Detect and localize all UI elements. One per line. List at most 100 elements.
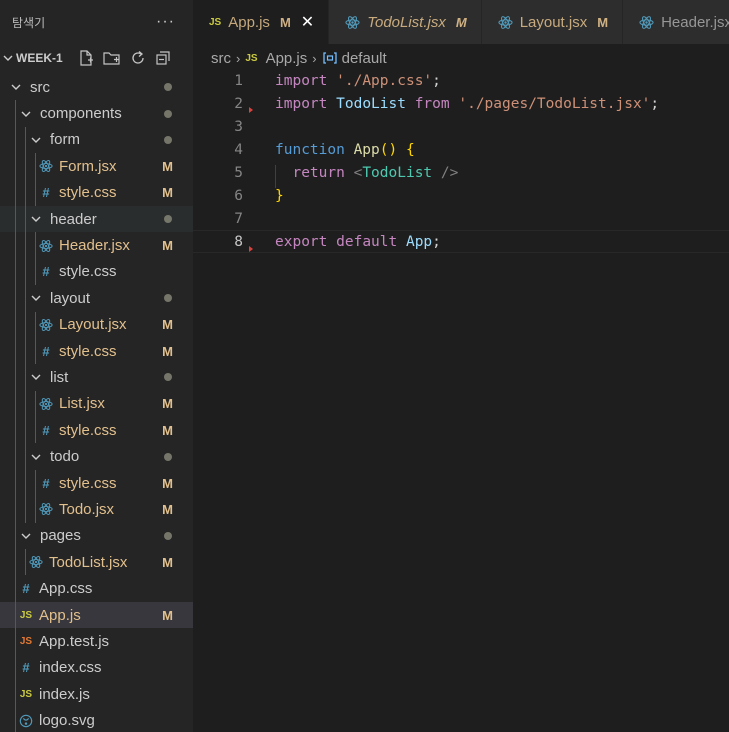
react-icon — [345, 15, 360, 30]
chevron-down-icon[interactable] — [28, 290, 44, 306]
tree-folder[interactable]: pages — [0, 522, 193, 550]
workspace-section-header[interactable]: WEEK-1 — [0, 44, 193, 72]
editor-tab[interactable]: TodoList.jsx M — [329, 0, 482, 44]
code-token: TodoList — [336, 95, 406, 112]
tree-file[interactable]: Header.jsx M — [0, 232, 193, 259]
collapse-all-icon[interactable] — [154, 49, 172, 67]
chevron-down-icon[interactable] — [28, 211, 44, 227]
indent-guide — [35, 232, 36, 259]
code-line[interactable]: 1 import './App.css'; — [193, 69, 729, 92]
tree-item-label: style.css — [59, 184, 117, 202]
chevron-down-icon[interactable] — [28, 132, 44, 148]
indent-guide — [35, 258, 36, 286]
react-icon — [639, 15, 654, 30]
code-line[interactable]: 5 return <TodoList /> — [193, 161, 729, 188]
chevron-down-icon[interactable] — [28, 449, 44, 465]
tree-folder[interactable]: list — [0, 364, 193, 391]
editor-tab[interactable]: Header.jsx — [623, 0, 729, 44]
line-number: 3 — [234, 118, 243, 135]
breadcrumb-file[interactable]: App.js — [266, 50, 308, 67]
tree-file[interactable]: Layout.jsx M — [0, 311, 193, 338]
git-status-badge: M — [162, 554, 173, 570]
tree-file[interactable]: # index.css — [0, 654, 193, 681]
git-status-badge: M — [162, 343, 173, 359]
indent-guide — [15, 390, 16, 418]
breadcrumb-folder[interactable]: src — [211, 50, 231, 67]
modified-dot-indicator — [164, 135, 172, 144]
chevron-right-icon: › — [312, 50, 317, 66]
tree-file[interactable]: JS App.test.js — [0, 628, 193, 655]
tree-file[interactable]: # style.css M — [0, 469, 193, 497]
indent-guide — [35, 496, 36, 523]
refresh-icon[interactable] — [129, 49, 147, 67]
code-line[interactable]: 6} — [193, 184, 729, 207]
breadcrumb-symbol[interactable]: default — [342, 50, 387, 67]
tree-file[interactable]: TodoList.jsx M — [0, 549, 193, 576]
tree-file[interactable]: # style.css — [0, 258, 193, 286]
indent-guide — [25, 496, 26, 523]
tree-file[interactable]: # App.css — [0, 575, 193, 602]
chevron-down-icon[interactable] — [8, 79, 24, 95]
tree-file[interactable]: JS index.js — [0, 680, 193, 708]
chevron-down-icon[interactable] — [18, 106, 34, 122]
indent-guide — [15, 205, 16, 233]
tree-file[interactable]: # style.css M — [0, 337, 193, 365]
indent-guide — [35, 179, 36, 206]
code-token: App — [353, 141, 380, 158]
code-editor[interactable]: 1 import './App.css'; 2 import TodoList fro… — [193, 69, 729, 253]
code-line[interactable]: 2 import TodoList from './pages/TodoList.… — [193, 92, 729, 115]
tree-item-label: logo.svg — [39, 712, 95, 730]
tree-file[interactable]: Todo.jsx M — [0, 496, 193, 523]
indent-guide — [15, 311, 16, 338]
breadcrumb: src › JS App.js › default — [193, 44, 729, 72]
chevron-down-icon[interactable] — [2, 52, 14, 64]
tree-item-label: header — [50, 210, 97, 228]
code-line[interactable]: 8 export default App; — [193, 230, 729, 253]
new-file-icon[interactable] — [77, 49, 95, 67]
code-line[interactable]: 4 function App() { — [193, 138, 729, 161]
tree-folder[interactable]: header — [0, 205, 193, 233]
code-token: './pages/TodoList.jsx' — [458, 95, 651, 112]
tree-folder[interactable]: todo — [0, 443, 193, 470]
more-actions-icon[interactable]: ··· — [156, 14, 175, 30]
tree-file[interactable]: # style.css M — [0, 179, 193, 206]
code-content: function App() { — [249, 142, 415, 158]
indent-guide — [15, 258, 16, 286]
line-number: 1 — [234, 72, 243, 89]
tree-folder[interactable]: components — [0, 100, 193, 127]
tree-file[interactable]: logo.svg — [0, 707, 193, 732]
chevron-down-icon[interactable] — [18, 528, 34, 544]
tree-file[interactable]: Form.jsx M — [0, 153, 193, 180]
git-status-badge: M — [162, 238, 173, 254]
css-file-icon: # — [42, 475, 50, 491]
tree-folder[interactable]: form — [0, 126, 193, 154]
modified-dot-indicator — [164, 294, 172, 303]
code-token: ; — [650, 95, 660, 112]
indent-guide — [35, 311, 36, 338]
tree-file[interactable]: # style.css M — [0, 417, 193, 444]
react-icon — [498, 15, 513, 30]
code-line[interactable]: 3 — [193, 115, 729, 138]
code-content: import TodoList from './pages/TodoList.j… — [249, 96, 659, 112]
code-token: } — [275, 187, 284, 204]
react-icon — [38, 238, 54, 254]
tree-folder[interactable]: layout — [0, 285, 193, 312]
close-icon[interactable]: ✕ — [301, 12, 314, 32]
editor-area: JS App.js M ✕ TodoList.jsx M Layout.jsx M Header… — [193, 0, 729, 732]
code-line[interactable]: 7 — [193, 207, 729, 230]
indent-guide — [15, 549, 16, 576]
chevron-down-icon[interactable] — [28, 369, 44, 385]
editor-tab[interactable]: Layout.jsx M — [481, 0, 624, 44]
new-folder-icon[interactable] — [102, 49, 122, 67]
tree-folder[interactable]: src — [0, 74, 193, 100]
indent-guide — [15, 601, 16, 629]
git-status-badge: M — [162, 422, 173, 438]
indent-guide — [25, 469, 26, 497]
editor-tab[interactable]: JS App.js M ✕ — [193, 0, 330, 44]
tree-file[interactable]: JS App.js M — [0, 601, 193, 629]
indent-guide — [15, 179, 16, 206]
tree-file[interactable]: List.jsx M — [0, 390, 193, 418]
tab-label: TodoList.jsx — [367, 13, 446, 31]
